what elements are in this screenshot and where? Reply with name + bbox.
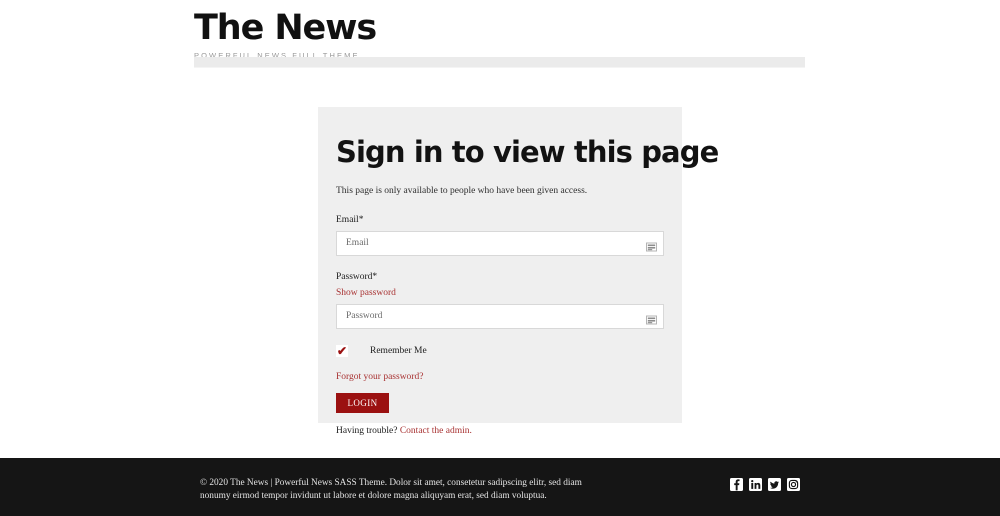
- page-title: Sign in to view this page: [336, 135, 719, 169]
- footer-inner: © 2020 The News | Powerful News SASS The…: [200, 477, 800, 504]
- page-root: The News POWERFUL NEWS FULL THEME Sign i…: [0, 0, 1000, 516]
- page-subtitle: This page is only available to people wh…: [336, 186, 588, 197]
- signin-card: Sign in to view this page This page is o…: [318, 107, 719, 436]
- email-label: Email*: [336, 214, 364, 225]
- site-footer: © 2020 The News | Powerful News SASS The…: [0, 458, 1000, 516]
- footer-copyright-text: © 2020 The News | Powerful News SASS The…: [200, 478, 582, 502]
- remember-me-checkbox[interactable]: ✔: [336, 343, 348, 358]
- main-content: Sign in to view this page This page is o…: [0, 78, 1000, 458]
- facebook-icon[interactable]: [730, 478, 743, 491]
- password-label: Password*: [336, 271, 378, 282]
- email-input[interactable]: [336, 230, 664, 256]
- trouble-line: Having trouble? Contact the admin.: [336, 426, 664, 436]
- twitter-icon[interactable]: [768, 478, 781, 491]
- remember-me-label: Remember Me: [370, 345, 427, 356]
- contact-admin-link[interactable]: Contact the admin.: [400, 426, 472, 436]
- site-header: The News POWERFUL NEWS FULL THEME: [0, 0, 1000, 78]
- password-field-group: Password* Show password: [336, 272, 664, 329]
- site-logo[interactable]: The News POWERFUL NEWS FULL THEME: [194, 8, 377, 60]
- linkedin-icon[interactable]: [749, 478, 762, 491]
- trouble-prefix: Having trouble?: [336, 425, 400, 436]
- login-button[interactable]: LOGIN: [336, 392, 389, 413]
- password-input[interactable]: [336, 303, 664, 329]
- instagram-icon[interactable]: [787, 478, 800, 491]
- social-links: [730, 478, 800, 491]
- email-input-wrap: [336, 230, 664, 256]
- show-password-link[interactable]: Show password: [336, 288, 664, 298]
- email-field-group: Email*: [336, 215, 664, 256]
- password-input-wrap: [336, 303, 664, 329]
- brand-title: The News: [194, 8, 377, 48]
- main-navigation-bar[interactable]: [194, 57, 805, 68]
- remember-me-row: ✔ Remember Me: [336, 344, 664, 358]
- forgot-password-link[interactable]: Forgot your password?: [336, 372, 664, 382]
- check-icon: ✔: [336, 343, 348, 358]
